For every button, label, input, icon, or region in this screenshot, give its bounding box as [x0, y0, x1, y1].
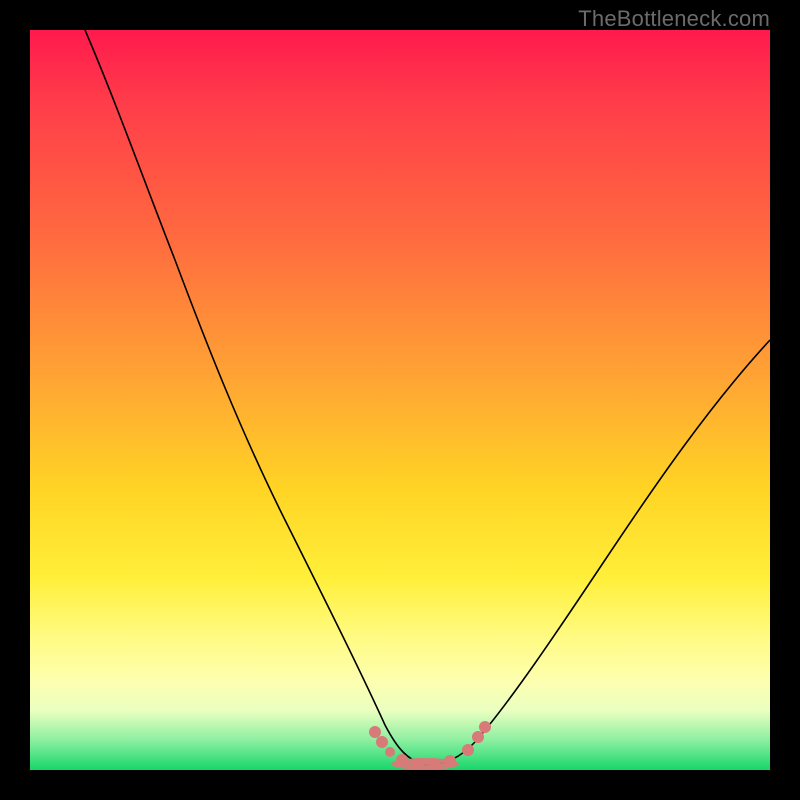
- marker-dot: [369, 726, 381, 738]
- marker-dot: [376, 736, 388, 748]
- marker-dot: [462, 744, 474, 756]
- marker-dot: [396, 754, 408, 766]
- marker-dot: [385, 747, 395, 757]
- marker-dot: [428, 758, 440, 770]
- marker-dot: [412, 758, 424, 770]
- bottleneck-curve: [30, 30, 770, 770]
- curve-path: [85, 30, 770, 765]
- marker-dot: [444, 755, 456, 767]
- marker-dot: [479, 721, 491, 733]
- marker-dot: [472, 731, 484, 743]
- watermark-text: TheBottleneck.com: [578, 6, 770, 32]
- chart-frame: TheBottleneck.com: [0, 0, 800, 800]
- plot-area: [30, 30, 770, 770]
